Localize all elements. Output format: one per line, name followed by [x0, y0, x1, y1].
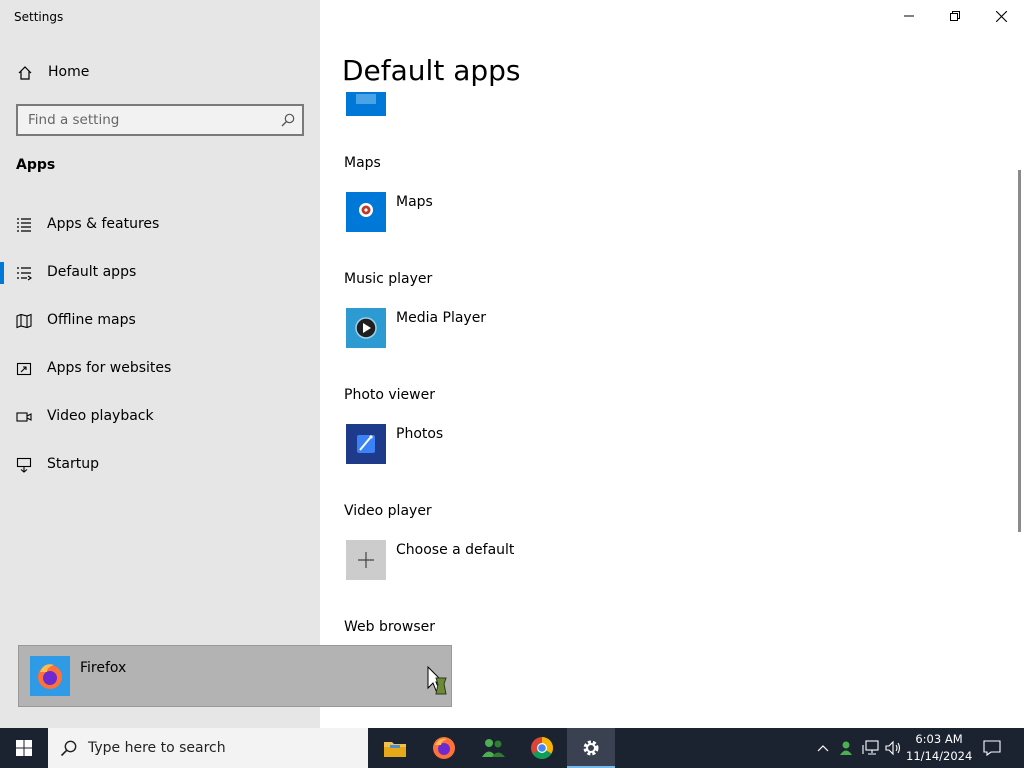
people-icon [482, 739, 505, 757]
start-button[interactable] [0, 728, 48, 768]
default-app-button-photo-viewer[interactable]: Photos [344, 424, 764, 472]
photos-icon [346, 424, 386, 464]
taskbar-firefox[interactable] [420, 728, 468, 768]
sidebar-item-default-apps[interactable]: Default apps [0, 253, 320, 293]
volume-icon [885, 740, 901, 756]
close-button[interactable] [978, 0, 1024, 32]
sidebar-item-apps-features[interactable]: Apps & features [0, 205, 320, 245]
clock-time: 6:03 AM [915, 732, 963, 746]
default-app-button-music-player[interactable]: Media Player [344, 308, 764, 356]
category-label-web-browser: Web browser [344, 619, 435, 635]
choose-default-video-player-button[interactable]: Choose a default [344, 540, 764, 588]
sidebar-item-offline-maps[interactable]: Offline maps [0, 301, 320, 341]
main-content: Default apps Maps Maps Music player Medi… [320, 0, 1024, 728]
video-icon [16, 412, 32, 422]
page-title: Default apps [342, 54, 521, 87]
home-icon [18, 66, 32, 80]
taskbar-settings[interactable] [567, 728, 615, 768]
clock-date: 11/14/2024 [906, 749, 973, 763]
chevron-up-icon [817, 745, 829, 752]
settings-icon [583, 740, 599, 756]
sidebar-item-label: Default apps [47, 264, 137, 280]
sidebar-item-label: Apps for websites [47, 360, 172, 376]
sidebar-item-label: Startup [47, 456, 99, 472]
busy-cursor-icon [427, 666, 447, 695]
media-player-icon [346, 308, 386, 348]
restore-icon [950, 11, 960, 21]
file-explorer-icon [384, 742, 406, 757]
app-name: Choose a default [396, 542, 515, 558]
taskbar-people[interactable] [469, 728, 517, 768]
taskbar-file-explorer[interactable] [371, 728, 419, 768]
default-app-button-web-browser[interactable]: Firefox [18, 645, 452, 707]
show-hidden-icons-button[interactable] [813, 738, 833, 758]
minimize-button[interactable] [886, 0, 932, 32]
section-heading: Apps [16, 157, 56, 173]
volume-button[interactable] [884, 738, 904, 758]
tray-people-button[interactable] [837, 738, 857, 758]
window-title: Settings [14, 10, 64, 24]
restore-button[interactable] [932, 0, 978, 32]
maps-app-icon [346, 192, 386, 232]
close-icon [995, 10, 1007, 22]
minimize-icon [904, 15, 914, 17]
action-center-button[interactable] [982, 738, 1002, 758]
sidebar-item-label: Video playback [47, 408, 154, 424]
vertical-scrollbar[interactable] [1018, 170, 1021, 532]
taskbar-search-placeholder: Type here to search [88, 740, 226, 756]
open-external-icon [16, 362, 32, 376]
plus-icon [346, 540, 386, 580]
active-indicator [0, 262, 4, 284]
taskbar-search-box[interactable]: Type here to search [48, 728, 368, 768]
settings-search-input[interactable] [18, 106, 268, 134]
app-name: Media Player [396, 310, 487, 326]
category-label-music-player: Music player [344, 271, 433, 287]
firefox-icon [30, 656, 70, 696]
sidebar: Settings Home Apps Apps & features Defau… [0, 0, 320, 728]
app-name: Maps [396, 194, 433, 210]
category-label-video-player: Video player [344, 503, 432, 519]
chrome-icon [531, 737, 553, 759]
home-label: Home [48, 64, 90, 80]
search-icon [60, 740, 77, 757]
taskbar-clock[interactable]: 6:03 AM 11/14/2024 [906, 731, 972, 765]
startup-icon [16, 457, 32, 473]
search-icon[interactable] [280, 112, 296, 128]
firefox-icon [433, 737, 455, 759]
sidebar-item-label: Offline maps [47, 312, 136, 328]
sidebar-item-label: Apps & features [47, 216, 160, 232]
default-app-button-maps[interactable]: Maps [344, 192, 764, 240]
user-sync-icon [840, 741, 852, 755]
notification-icon [983, 740, 1001, 756]
sidebar-item-apps-for-websites[interactable]: Apps for websites [0, 349, 320, 389]
network-icon [862, 740, 879, 755]
category-label-photo-viewer: Photo viewer [344, 387, 435, 403]
home-nav-item[interactable]: Home [0, 58, 320, 88]
taskbar-chrome[interactable] [518, 728, 566, 768]
list-icon [17, 218, 31, 232]
taskbar: Type here to search 6:03 AM 11/14/2024 [0, 728, 1024, 768]
network-button[interactable] [861, 738, 881, 758]
mail-icon [356, 94, 376, 104]
partially-hidden-app-tile[interactable] [346, 92, 386, 116]
app-name: Firefox [80, 660, 127, 676]
sidebar-item-video-playback[interactable]: Video playback [0, 397, 320, 437]
app-name: Photos [396, 426, 444, 442]
settings-search-box[interactable] [16, 104, 304, 136]
category-label-maps: Maps [344, 155, 381, 171]
windows-logo-icon [16, 740, 32, 756]
sidebar-item-startup[interactable]: Startup [0, 445, 320, 485]
default-apps-icon [17, 267, 32, 281]
map-icon [16, 313, 32, 329]
